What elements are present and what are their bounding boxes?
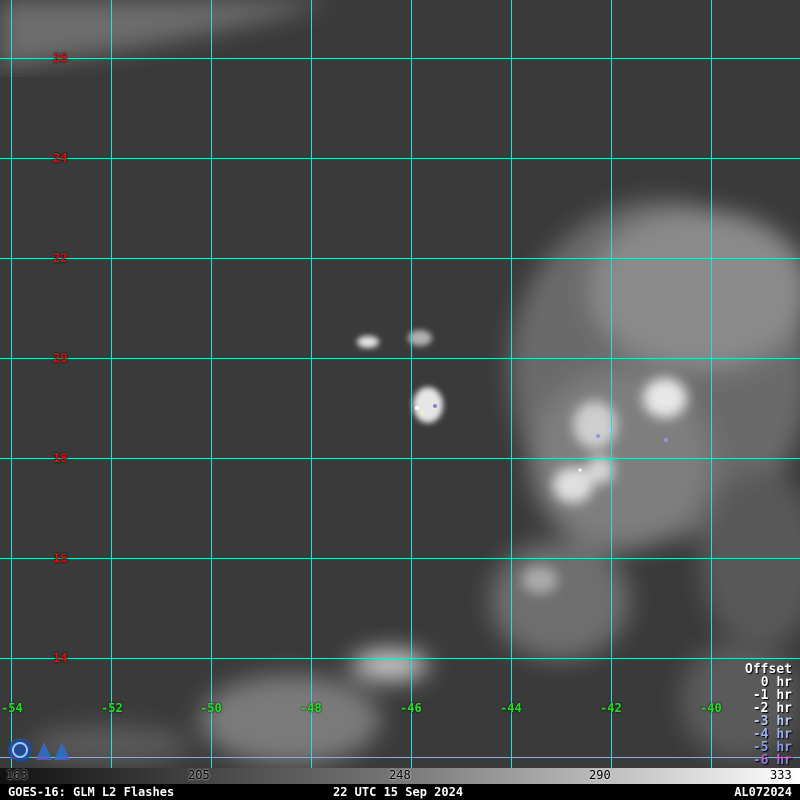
longitude-gridline <box>711 0 712 768</box>
noaa-logo <box>8 738 70 762</box>
latitude-gridline <box>0 458 800 459</box>
longitude-gridline <box>211 0 212 768</box>
latitude-gridline <box>0 358 800 359</box>
longitude-gridline <box>11 0 12 768</box>
longitude-gridline <box>311 0 312 768</box>
footer-bar: GOES-16: GLM L2 Flashes 22 UTC 15 Sep 20… <box>0 784 800 800</box>
storm-id-label: AL072024 <box>734 785 792 799</box>
lon-label: -54 <box>1 701 23 715</box>
longitude-gridline <box>611 0 612 768</box>
latitude-gridline <box>0 558 800 559</box>
lon-label: -46 <box>400 701 422 715</box>
latitude-gridline <box>0 658 800 659</box>
lat-label: 26 <box>53 51 68 65</box>
satellite-imagery <box>0 0 800 768</box>
offset-legend: Offset 0 hr -1 hr -2 hr -3 hr -4 hr -5 h… <box>745 663 792 767</box>
lon-label: -50 <box>200 701 222 715</box>
lon-label: -40 <box>700 701 722 715</box>
lat-label: 14 <box>53 651 68 665</box>
lat-label: 16 <box>53 551 68 565</box>
lat-label: 24 <box>53 151 68 165</box>
latitude-gridline <box>0 158 800 159</box>
lon-label: -44 <box>500 701 522 715</box>
timestamp-label: 22 UTC 15 Sep 2024 <box>333 785 464 799</box>
lon-label: -52 <box>101 701 123 715</box>
colorbar-tick: 205 <box>188 768 210 782</box>
longitude-gridline <box>411 0 412 768</box>
lat-label: 18 <box>53 451 68 465</box>
lon-label: -48 <box>300 701 322 715</box>
latitude-gridline <box>0 58 800 59</box>
lat-label: 22 <box>53 251 68 265</box>
colorbar-tick: 163 <box>6 768 28 782</box>
colorbar-tick: 248 <box>389 768 411 782</box>
lat-label: 20 <box>53 351 68 365</box>
legend-item: -6 hr <box>752 753 792 768</box>
satellite-map: 26 24 22 20 18 16 14 -54 -52 -50 -48 -46… <box>0 0 800 800</box>
product-label: GOES-16: GLM L2 Flashes <box>8 785 175 799</box>
latitude-gridline <box>0 258 800 259</box>
latitude-gridline <box>0 757 800 758</box>
brightness-colorbar: 163 205 248 290 333 <box>0 768 800 784</box>
longitude-gridline <box>111 0 112 768</box>
lon-label: -42 <box>600 701 622 715</box>
colorbar-tick: 333 <box>770 768 792 782</box>
colorbar-tick: 290 <box>589 768 611 782</box>
longitude-gridline <box>511 0 512 768</box>
